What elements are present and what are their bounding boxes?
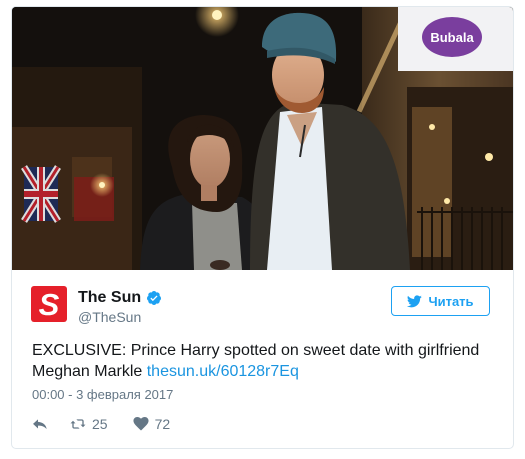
reply-icon [33, 419, 47, 430]
follow-button-label: Читать [428, 293, 474, 309]
author-display-name[interactable]: The Sun [78, 289, 141, 307]
author-avatar[interactable]: S [31, 286, 67, 322]
shop-sign-text: Bubala [430, 30, 474, 45]
verified-badge-icon [147, 291, 162, 305]
author-logo-letter: S [38, 287, 60, 322]
tweet-actions: 25 72 [32, 416, 170, 432]
author-screen-name[interactable]: @TheSun [78, 309, 141, 325]
tweet-card: Bubala S The Sun @TheSun Читать EXCLUSIV… [11, 6, 514, 449]
tweet-photo[interactable]: Bubala [12, 7, 513, 270]
retweet-button[interactable]: 25 [70, 416, 108, 432]
tweet-link[interactable]: thesun.uk/60128r7Eq [147, 363, 299, 380]
flag-shape [21, 165, 61, 223]
bird-icon [407, 294, 423, 307]
heart-icon [133, 417, 149, 431]
tweet-text: EXCLUSIVE: Prince Harry spotted on sweet… [32, 340, 502, 382]
author-name-row: The Sun [78, 289, 162, 307]
follow-button[interactable]: Читать [391, 286, 490, 316]
like-count: 72 [154, 416, 171, 432]
retweet-count: 25 [92, 416, 108, 432]
retweet-icon [70, 419, 86, 429]
like-button[interactable]: 72 [133, 416, 171, 432]
photo-image: Bubala [12, 7, 513, 270]
tweet-timestamp[interactable]: 00:00 - 3 февраля 2017 [32, 387, 173, 402]
reply-button[interactable] [32, 417, 48, 431]
